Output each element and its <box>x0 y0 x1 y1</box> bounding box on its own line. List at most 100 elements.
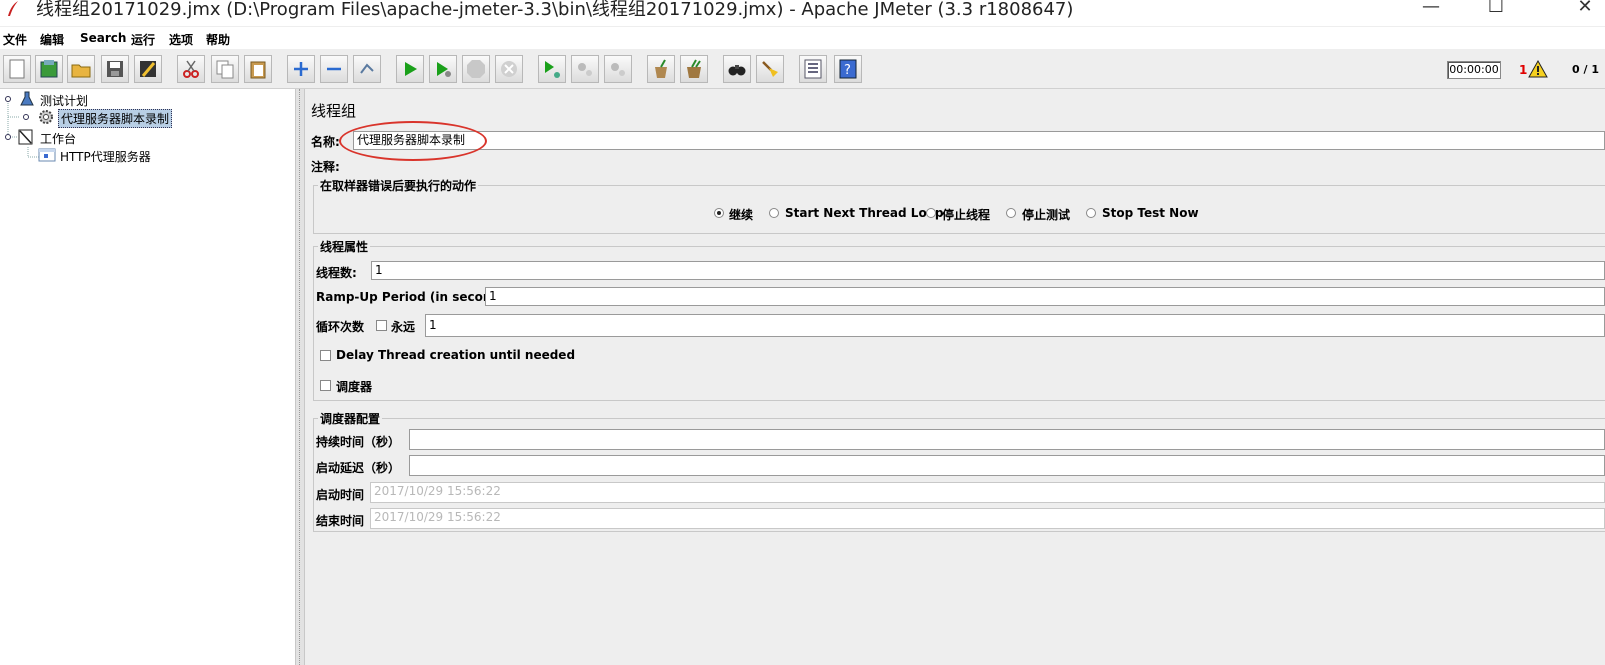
loop-count-field[interactable]: 1 <box>425 314 1605 337</box>
start-time-field: 2017/10/29 15:56:22 <box>370 482 1605 503</box>
duration-field[interactable] <box>409 429 1605 450</box>
paste-button[interactable] <box>244 55 272 83</box>
function-helper-icon <box>804 59 822 79</box>
menu-run[interactable]: 运行 <box>131 31 155 48</box>
start-no-pause-button[interactable] <box>429 55 457 83</box>
shutdown-button[interactable] <box>495 55 523 83</box>
forever-label[interactable]: 永远 <box>391 318 415 335</box>
cut-button[interactable] <box>177 55 205 83</box>
maximize-button[interactable]: ☐ <box>1476 0 1516 17</box>
loop-count-label: 循环次数 <box>316 320 365 334</box>
stop-button[interactable] <box>462 55 490 83</box>
duration-label: 持续时间（秒） <box>316 435 401 449</box>
templates-button[interactable] <box>35 55 63 83</box>
delay-thread-checkbox[interactable] <box>320 350 331 361</box>
test-tree: 测试计划 代理服务器脚本录制 工作台 HTTP代理服务器 <box>0 89 295 665</box>
annotation-circle <box>339 121 487 161</box>
help-button[interactable]: ? <box>834 55 862 83</box>
name-field[interactable]: 代理服务器脚本录制 <box>353 131 1605 150</box>
save-button[interactable] <box>101 55 129 83</box>
remote-start-icon <box>545 61 560 78</box>
remote-stop-button[interactable] <box>571 55 599 83</box>
radio-stop-test-now[interactable] <box>1086 208 1096 218</box>
shutdown-icon <box>501 61 517 77</box>
reset-search-button[interactable] <box>756 55 784 83</box>
collapse-button[interactable] <box>320 55 348 83</box>
save-as-button[interactable] <box>134 55 162 83</box>
startup-delay-label: 启动延迟（秒） <box>316 461 401 475</box>
radio-continue-label[interactable]: 继续 <box>729 206 753 223</box>
radio-stop-test[interactable] <box>1006 208 1016 218</box>
threads-label: 线程数: <box>316 266 357 280</box>
new-icon <box>9 59 25 79</box>
startup-delay-field[interactable] <box>409 455 1605 476</box>
copy-button[interactable] <box>211 55 239 83</box>
help-icon: ? <box>839 59 857 79</box>
function-helper-button[interactable] <box>799 55 827 83</box>
tree-label-http-proxy: HTTP代理服务器 <box>60 150 151 164</box>
stop-icon <box>467 60 485 78</box>
menu-file[interactable]: 文件 <box>3 31 27 48</box>
close-button[interactable]: ✕ <box>1565 0 1605 17</box>
radio-stop-test-label[interactable]: 停止测试 <box>1022 206 1070 223</box>
forever-checkbox[interactable] <box>376 320 387 331</box>
clear-icon <box>655 59 667 78</box>
search-button[interactable] <box>723 55 751 83</box>
scheduler-checkbox[interactable] <box>320 380 331 391</box>
comment-label: 注释: <box>311 160 340 174</box>
collapse-icon <box>327 67 341 71</box>
open-button[interactable] <box>67 55 95 83</box>
scheduler-config-legend: 调度器配置 <box>318 410 383 427</box>
remote-start-button[interactable] <box>538 55 566 83</box>
menu-search[interactable]: Search <box>80 31 126 45</box>
thread-group-gear-icon <box>39 110 53 124</box>
name-label: 名称: <box>311 135 340 149</box>
scheduler-label[interactable]: 调度器 <box>336 378 372 395</box>
start-button[interactable] <box>396 55 424 83</box>
copy-icon <box>216 60 234 79</box>
error-count[interactable]: 1 <box>1519 63 1527 77</box>
save-as-icon <box>140 61 156 77</box>
start-icon <box>405 62 417 76</box>
remote-shutdown-button[interactable] <box>604 55 632 83</box>
expand-button[interactable] <box>287 55 315 83</box>
delay-thread-label[interactable]: Delay Thread creation until needed <box>336 348 575 362</box>
toggle-icon <box>360 63 374 74</box>
radio-stop-thread[interactable] <box>926 208 936 218</box>
http-proxy-icon <box>38 148 56 162</box>
new-button[interactable] <box>3 55 31 83</box>
open-icon <box>71 64 91 78</box>
end-time-label: 结束时间 <box>316 514 365 528</box>
menu-options[interactable]: 选项 <box>169 31 193 48</box>
title-bar: 线程组20171029.jmx (D:\Program Files\apache… <box>0 0 1605 26</box>
thread-group-panel: 线程组 名称: 代理服务器脚本录制 注释: 在取样器错误后要执行的动作 继续 S… <box>305 89 1605 665</box>
remote-shutdown-icon <box>611 63 625 76</box>
expand-icon <box>294 62 308 76</box>
radio-stop-thread-label[interactable]: 停止线程 <box>942 206 990 223</box>
radio-start-next-loop-label[interactable]: Start Next Thread Loop <box>785 206 944 220</box>
radio-stop-test-now-label[interactable]: Stop Test Now <box>1102 206 1199 220</box>
sampler-error-legend: 在取样器错误后要执行的动作 <box>318 177 479 194</box>
active-threads: 0 / 1 <box>1572 63 1599 76</box>
cut-icon <box>183 60 199 78</box>
paste-icon <box>250 61 266 79</box>
rampup-field[interactable]: 1 <box>485 287 1605 306</box>
clear-button[interactable] <box>647 55 675 83</box>
clear-all-button[interactable] <box>680 55 708 83</box>
toggle-button[interactable] <box>353 55 381 83</box>
tree-label-workbench: 工作台 <box>40 132 77 146</box>
radio-start-next-loop[interactable] <box>769 208 779 218</box>
toolbar: ? 00:00:00 1 0 / 1 <box>0 50 1605 89</box>
workbench-icon <box>18 129 33 145</box>
minimize-button[interactable]: — <box>1411 0 1451 17</box>
menu-edit[interactable]: 编辑 <box>40 31 64 48</box>
start-time-label: 启动时间 <box>316 488 365 502</box>
tree-label-thread-group: 代理服务器脚本录制 <box>58 109 173 128</box>
radio-continue[interactable] <box>714 208 724 218</box>
warning-icon[interactable] <box>1528 60 1548 78</box>
threads-field[interactable]: 1 <box>371 261 1605 280</box>
pane-splitter[interactable] <box>295 89 305 665</box>
page-title: 线程组 <box>311 102 357 120</box>
menu-help[interactable]: 帮助 <box>206 31 230 48</box>
start-no-pause-icon <box>437 62 451 77</box>
